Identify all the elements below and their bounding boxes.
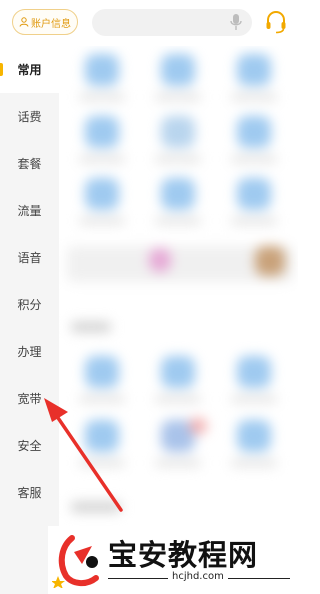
service-tile[interactable] bbox=[237, 54, 271, 86]
sidebar-item-label: 语音 bbox=[17, 251, 42, 265]
promo-image bbox=[255, 246, 285, 276]
tile-label bbox=[231, 396, 277, 402]
tile-label bbox=[79, 460, 125, 466]
service-grid bbox=[59, 46, 298, 594]
service-tile[interactable] bbox=[237, 356, 271, 388]
tile-label bbox=[155, 218, 201, 224]
tile-label bbox=[231, 94, 277, 100]
tile-label bbox=[231, 460, 277, 466]
tile-label bbox=[155, 396, 201, 402]
service-tile[interactable] bbox=[161, 54, 195, 86]
sidebar-item-label: 安全 bbox=[17, 439, 42, 453]
sidebar-item-label: 积分 bbox=[17, 298, 42, 312]
sidebar-item-plan[interactable]: 套餐 bbox=[0, 140, 59, 187]
section-heading bbox=[71, 502, 121, 512]
blurred-content bbox=[59, 46, 298, 594]
service-tile[interactable] bbox=[161, 178, 195, 210]
tile-label bbox=[79, 396, 125, 402]
service-tile[interactable] bbox=[237, 420, 271, 452]
sidebar-item-label: 客服 bbox=[17, 486, 42, 500]
badge bbox=[189, 418, 207, 434]
service-tile[interactable] bbox=[85, 54, 119, 86]
watermark-brand: 宝安教程网 bbox=[108, 538, 259, 572]
microphone-icon[interactable] bbox=[229, 14, 243, 31]
watermark-logo bbox=[52, 535, 99, 588]
service-tile[interactable] bbox=[85, 420, 119, 452]
tile-label bbox=[231, 156, 277, 162]
user-icon bbox=[19, 17, 29, 27]
service-tile[interactable] bbox=[161, 356, 195, 388]
active-indicator bbox=[0, 63, 3, 76]
tile-label bbox=[231, 218, 277, 224]
service-tile[interactable] bbox=[237, 116, 271, 148]
service-tile[interactable] bbox=[237, 178, 271, 210]
account-info-button[interactable]: 账户信息 bbox=[12, 9, 78, 35]
account-info-label: 账户信息 bbox=[31, 18, 71, 30]
sidebar-item-label: 办理 bbox=[17, 345, 42, 359]
sidebar-item-broadband[interactable]: 宽带 bbox=[0, 375, 59, 422]
sidebar-item-points[interactable]: 积分 bbox=[0, 281, 59, 328]
promo-image bbox=[149, 248, 171, 272]
tile-label bbox=[155, 460, 201, 466]
watermark-url: hcjhd.com bbox=[168, 571, 228, 582]
service-tile[interactable] bbox=[161, 116, 195, 148]
tile-label bbox=[79, 218, 125, 224]
category-sidebar: 常用 话费 套餐 流量 语音 积分 办理 宽带 安全 客服 bbox=[0, 46, 59, 594]
headset-icon[interactable] bbox=[265, 10, 287, 34]
sidebar-item-common[interactable]: 常用 bbox=[0, 46, 59, 93]
sidebar-item-label: 常用 bbox=[17, 63, 42, 77]
tile-label bbox=[79, 156, 125, 162]
sidebar-item-security[interactable]: 安全 bbox=[0, 422, 59, 469]
search-input[interactable] bbox=[92, 9, 252, 36]
sidebar-item-label: 流量 bbox=[17, 204, 42, 218]
sidebar-item-handle[interactable]: 办理 bbox=[0, 328, 59, 375]
service-tile[interactable] bbox=[85, 356, 119, 388]
service-tile[interactable] bbox=[85, 116, 119, 148]
sidebar-item-data[interactable]: 流量 bbox=[0, 187, 59, 234]
watermark: 宝安教程网 hcjhd.com bbox=[48, 526, 298, 594]
sidebar-item-customer-service[interactable]: 客服 bbox=[0, 469, 59, 516]
sidebar-item-label: 话费 bbox=[17, 110, 42, 124]
section-heading bbox=[71, 322, 111, 332]
sidebar-item-phone-fee[interactable]: 话费 bbox=[0, 93, 59, 140]
tile-label bbox=[79, 94, 125, 100]
sidebar-item-voice[interactable]: 语音 bbox=[0, 234, 59, 281]
sidebar-item-label: 宽带 bbox=[17, 392, 42, 406]
tile-label bbox=[155, 156, 201, 162]
top-bar: 账户信息 bbox=[0, 0, 298, 46]
sidebar-item-label: 套餐 bbox=[17, 157, 42, 171]
tile-label bbox=[155, 94, 201, 100]
service-tile[interactable] bbox=[85, 178, 119, 210]
